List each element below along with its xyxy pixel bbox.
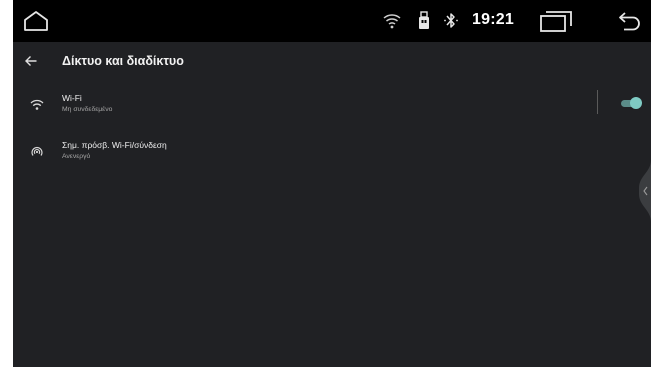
arrow-back-icon[interactable] bbox=[24, 54, 38, 68]
wifi-icon bbox=[30, 99, 44, 110]
usb-icon bbox=[419, 11, 429, 29]
hotspot-title: Σημ. πρόσβ. Wi-Fi/σύνδεση bbox=[62, 140, 167, 150]
wifi-setting-row[interactable]: Wi-Fi Μη συνδεδεμένο bbox=[13, 86, 651, 126]
hotspot-icon bbox=[31, 146, 43, 156]
recents-icon[interactable] bbox=[539, 10, 573, 32]
bluetooth-icon bbox=[444, 13, 458, 28]
clock: 19:21 bbox=[472, 11, 514, 28]
row-divider bbox=[597, 90, 598, 114]
page-title: Δίκτυο και διαδίκτυο bbox=[62, 54, 184, 68]
toggle-thumb bbox=[630, 97, 642, 109]
back-icon[interactable] bbox=[616, 10, 642, 32]
wifi-status: Μη συνδεδεμένο bbox=[62, 106, 113, 113]
home-icon[interactable] bbox=[23, 10, 49, 32]
side-panel-handle[interactable] bbox=[636, 160, 651, 222]
hotspot-status: Ανενεργό bbox=[62, 153, 91, 160]
wifi-icon bbox=[383, 14, 401, 29]
settings-screen: 19:21 Δίκτυο και διαδίκτυο Wi-Fi Μη συνδ… bbox=[13, 0, 651, 367]
status-bar: 19:21 bbox=[13, 0, 651, 42]
wifi-title: Wi-Fi bbox=[62, 93, 82, 103]
hotspot-setting-row[interactable]: Σημ. πρόσβ. Wi-Fi/σύνδεση Ανενεργό bbox=[13, 133, 651, 173]
wifi-toggle[interactable] bbox=[621, 97, 642, 109]
app-bar: Δίκτυο και διαδίκτυο bbox=[13, 42, 651, 80]
